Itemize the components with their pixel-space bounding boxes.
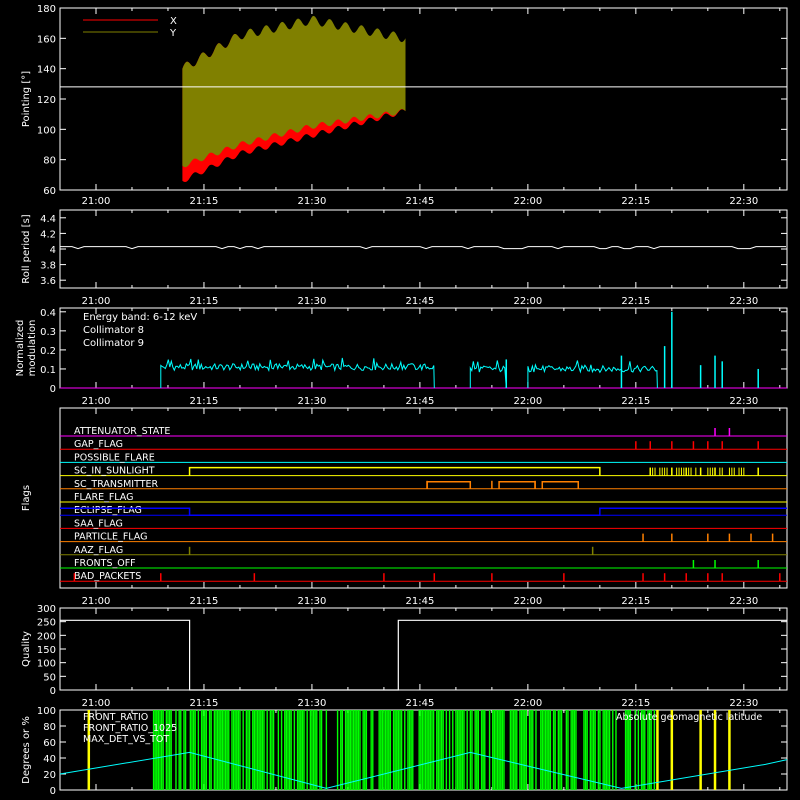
y-tick-label: 160 xyxy=(37,34,56,45)
y-tick-label: 200 xyxy=(37,631,56,642)
y-tick-label: 0 xyxy=(50,384,56,395)
y-tick-label: 0 xyxy=(50,686,56,697)
chart-canvas: 21:00 21:15 21:30 21:45 22:00 22:15 22:30 60 80 1… xyxy=(0,0,800,800)
x-tick-label: 21:30 xyxy=(298,596,327,607)
y-tick-label: 60 xyxy=(43,738,56,749)
y-tick-label: 4 xyxy=(50,245,56,256)
y-tick-label: 0.3 xyxy=(40,327,56,338)
y-axis-label: Degrees or % xyxy=(21,716,32,784)
y-tick-label: 120 xyxy=(37,95,56,106)
y-axis-label: Quality xyxy=(21,631,32,667)
y-axis-label: Flags xyxy=(21,485,32,511)
x-tick-label: 21:45 xyxy=(405,296,434,307)
y-axis-label: Roll period [s] xyxy=(21,214,32,283)
y-tick-label: 60 xyxy=(43,186,56,197)
y-tick-label: 150 xyxy=(37,645,56,656)
y-tick-label: 0.2 xyxy=(40,346,56,357)
x-tick-label: 21:45 xyxy=(405,596,434,607)
flag-label: FLARE_FLAG xyxy=(74,492,134,503)
y-tick-label: 4.2 xyxy=(40,229,56,240)
y-tick-label: 100 xyxy=(37,659,56,670)
y-tick-label: 3.6 xyxy=(40,276,56,287)
x-tick-label: 22:15 xyxy=(621,698,650,709)
flag-label: SAA_FLAG xyxy=(74,518,123,529)
y-tick-label: 40 xyxy=(43,754,56,765)
flag-label: SC_TRANSMITTER xyxy=(74,479,159,490)
flag-label: ATTENUATOR_STATE xyxy=(74,426,170,437)
y-tick-label: 80 xyxy=(43,156,56,167)
flag-label: POSSIBLE_FLARE xyxy=(74,452,155,463)
y-tick-label: 100 xyxy=(37,125,56,136)
x-tick-label: 21:00 xyxy=(82,698,111,709)
y-tick-label: 250 xyxy=(37,618,56,629)
geomagnetic-latitude-label: Absolute geomagnetic latitude xyxy=(616,712,762,723)
legend-label: FRONT_RATIO xyxy=(83,712,148,723)
y-axis-label: Normalized xyxy=(15,320,26,377)
x-tick-label: 21:00 xyxy=(82,196,111,207)
x-tick-label: 22:15 xyxy=(621,196,650,207)
x-tick-label: 21:30 xyxy=(298,396,327,407)
y-tick-label: 3.8 xyxy=(40,261,56,272)
x-tick-label: 22:00 xyxy=(513,196,542,207)
y-tick-label: 4.4 xyxy=(40,214,56,225)
legend-label: Collimator 8 xyxy=(83,325,144,336)
x-tick-label: 21:30 xyxy=(298,196,327,207)
flag-label: BAD_PACKETS xyxy=(74,571,141,582)
flag-label: ECLIPSE_FLAG xyxy=(74,505,142,516)
x-tick-label: 22:30 xyxy=(729,196,758,207)
y-tick-label: 80 xyxy=(43,722,56,733)
x-tick-label: 22:00 xyxy=(513,596,542,607)
flag-label: GAP_FLAG xyxy=(74,439,123,450)
legend-label: Collimator 9 xyxy=(83,338,144,349)
x-tick-label: 21:45 xyxy=(405,396,434,407)
flag-label: PARTICLE_FLAG xyxy=(74,532,147,543)
flag-label: AAZ_FLAG xyxy=(74,545,123,556)
y-tick-label: 0 xyxy=(50,786,56,797)
x-tick-label: 22:00 xyxy=(513,698,542,709)
x-tick-label: 21:00 xyxy=(82,396,111,407)
y-tick-label: 300 xyxy=(37,604,56,615)
flag-label: FRONTS_OFF xyxy=(74,558,136,569)
x-tick-label: 22:30 xyxy=(729,296,758,307)
x-tick-label: 21:15 xyxy=(190,596,219,607)
x-tick-label: 22:30 xyxy=(729,396,758,407)
x-tick-label: 22:15 xyxy=(621,596,650,607)
legend-label: MAX_DET_VS_TOT xyxy=(83,734,169,745)
x-tick-label: 21:45 xyxy=(405,196,434,207)
y-tick-label: 140 xyxy=(37,65,56,76)
y-tick-label: 100 xyxy=(37,706,56,717)
x-tick-label: 21:45 xyxy=(405,698,434,709)
x-tick-label: 21:15 xyxy=(190,296,219,307)
x-tick-label: 22:00 xyxy=(513,396,542,407)
x-tick-label: 22:30 xyxy=(729,596,758,607)
legend-label: FRONT_RATIO_1025 xyxy=(83,723,177,734)
legend-label: Y xyxy=(169,28,177,39)
flag-label: SC_IN_SUNLIGHT xyxy=(74,466,155,477)
y-tick-label: 0.4 xyxy=(40,308,56,319)
y-tick-label: 180 xyxy=(37,4,56,15)
x-tick-label: 22:15 xyxy=(621,396,650,407)
y-axis-label: modulation xyxy=(27,320,38,377)
y-tick-label: 50 xyxy=(43,672,56,683)
x-tick-label: 21:15 xyxy=(190,196,219,207)
y-tick-label: 0.1 xyxy=(40,365,56,376)
legend-label: X xyxy=(170,16,177,27)
x-tick-label: 21:00 xyxy=(82,296,111,307)
x-tick-label: 22:15 xyxy=(621,296,650,307)
energy-band-label: Energy band: 6-12 keV xyxy=(83,312,197,323)
x-tick-label: 21:30 xyxy=(298,296,327,307)
x-tick-label: 21:00 xyxy=(82,596,111,607)
y-tick-label: 20 xyxy=(43,770,56,781)
x-tick-label: 21:15 xyxy=(190,396,219,407)
x-tick-label: 22:00 xyxy=(513,296,542,307)
y-axis-label: Pointing [°] xyxy=(21,71,32,127)
x-tick-label: 21:30 xyxy=(298,698,327,709)
x-tick-label: 21:15 xyxy=(190,698,219,709)
x-tick-label: 22:30 xyxy=(729,698,758,709)
